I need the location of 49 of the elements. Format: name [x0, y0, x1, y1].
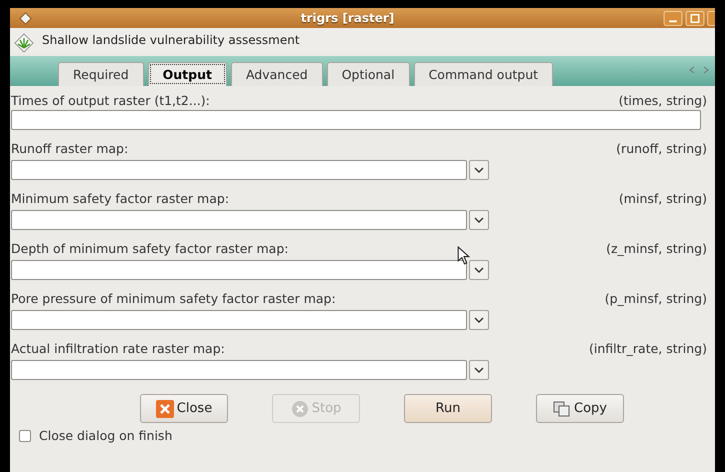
window-title: trigrs [raster]	[300, 11, 396, 25]
dropdown-button[interactable]	[469, 160, 489, 180]
field-label: Actual infiltration rate raster map:	[11, 340, 225, 356]
chevron-down-icon	[474, 367, 484, 373]
chevron-down-icon	[474, 217, 484, 223]
run-button[interactable]: Run	[404, 394, 492, 423]
mouse-cursor-icon	[457, 246, 470, 265]
dropdown-button[interactable]	[469, 310, 489, 330]
field-hint: (infiltr_rate, string)	[588, 340, 707, 356]
text-field[interactable]	[11, 110, 701, 130]
minimize-button[interactable]	[663, 10, 683, 26]
combo-field[interactable]	[11, 160, 467, 180]
checkbox[interactable]	[19, 430, 31, 442]
field-label: Minimum safety factor raster map:	[11, 190, 230, 206]
tab[interactable]: Required	[58, 62, 144, 86]
field-label: Pore pressure of minimum safety factor raster map:	[11, 290, 336, 306]
field-hint: (z_minsf, string)	[606, 240, 707, 256]
combo-field[interactable]	[11, 210, 467, 230]
close-icon	[156, 400, 174, 418]
tab[interactable]: Command output	[414, 62, 554, 86]
grass-icon	[14, 33, 34, 53]
copy-button[interactable]: Copy	[536, 394, 624, 423]
tab[interactable]: Optional	[326, 62, 410, 86]
dropdown-button[interactable]	[469, 360, 489, 380]
copy-icon	[553, 400, 571, 418]
stop-icon	[290, 400, 309, 418]
close-button[interactable]: Close	[140, 394, 228, 423]
field-label: Depth of minimum safety factor raster map:	[11, 240, 288, 256]
tab[interactable]: Output	[148, 62, 227, 86]
field-hint: (p_minsf, string)	[604, 290, 707, 306]
chevron-down-icon	[474, 167, 484, 173]
description: Shallow landslide vulnerability assessment	[42, 33, 300, 47]
field-hint: (runoff, string)	[616, 140, 707, 156]
field-hint: (times, string)	[618, 92, 707, 108]
maximize-button[interactable]	[685, 10, 705, 26]
checkbox-option[interactable]: Close dialog on finish	[11, 428, 707, 443]
tab[interactable]: Advanced	[230, 62, 323, 86]
dropdown-button[interactable]	[469, 210, 489, 230]
tab-scroll-icon[interactable]	[689, 66, 711, 74]
chevron-down-icon	[474, 267, 484, 273]
combo-field[interactable]	[11, 310, 467, 330]
field-label: Times of output raster (t1,t2...):	[11, 92, 210, 108]
chevron-down-icon	[474, 317, 484, 323]
combo-field[interactable]	[11, 360, 467, 380]
field-hint: (minsf, string)	[618, 190, 707, 206]
dropdown-button[interactable]	[469, 260, 489, 280]
field-label: Runoff raster map:	[11, 140, 128, 156]
combo-field[interactable]	[11, 260, 467, 280]
diamond-icon[interactable]	[19, 12, 32, 24]
